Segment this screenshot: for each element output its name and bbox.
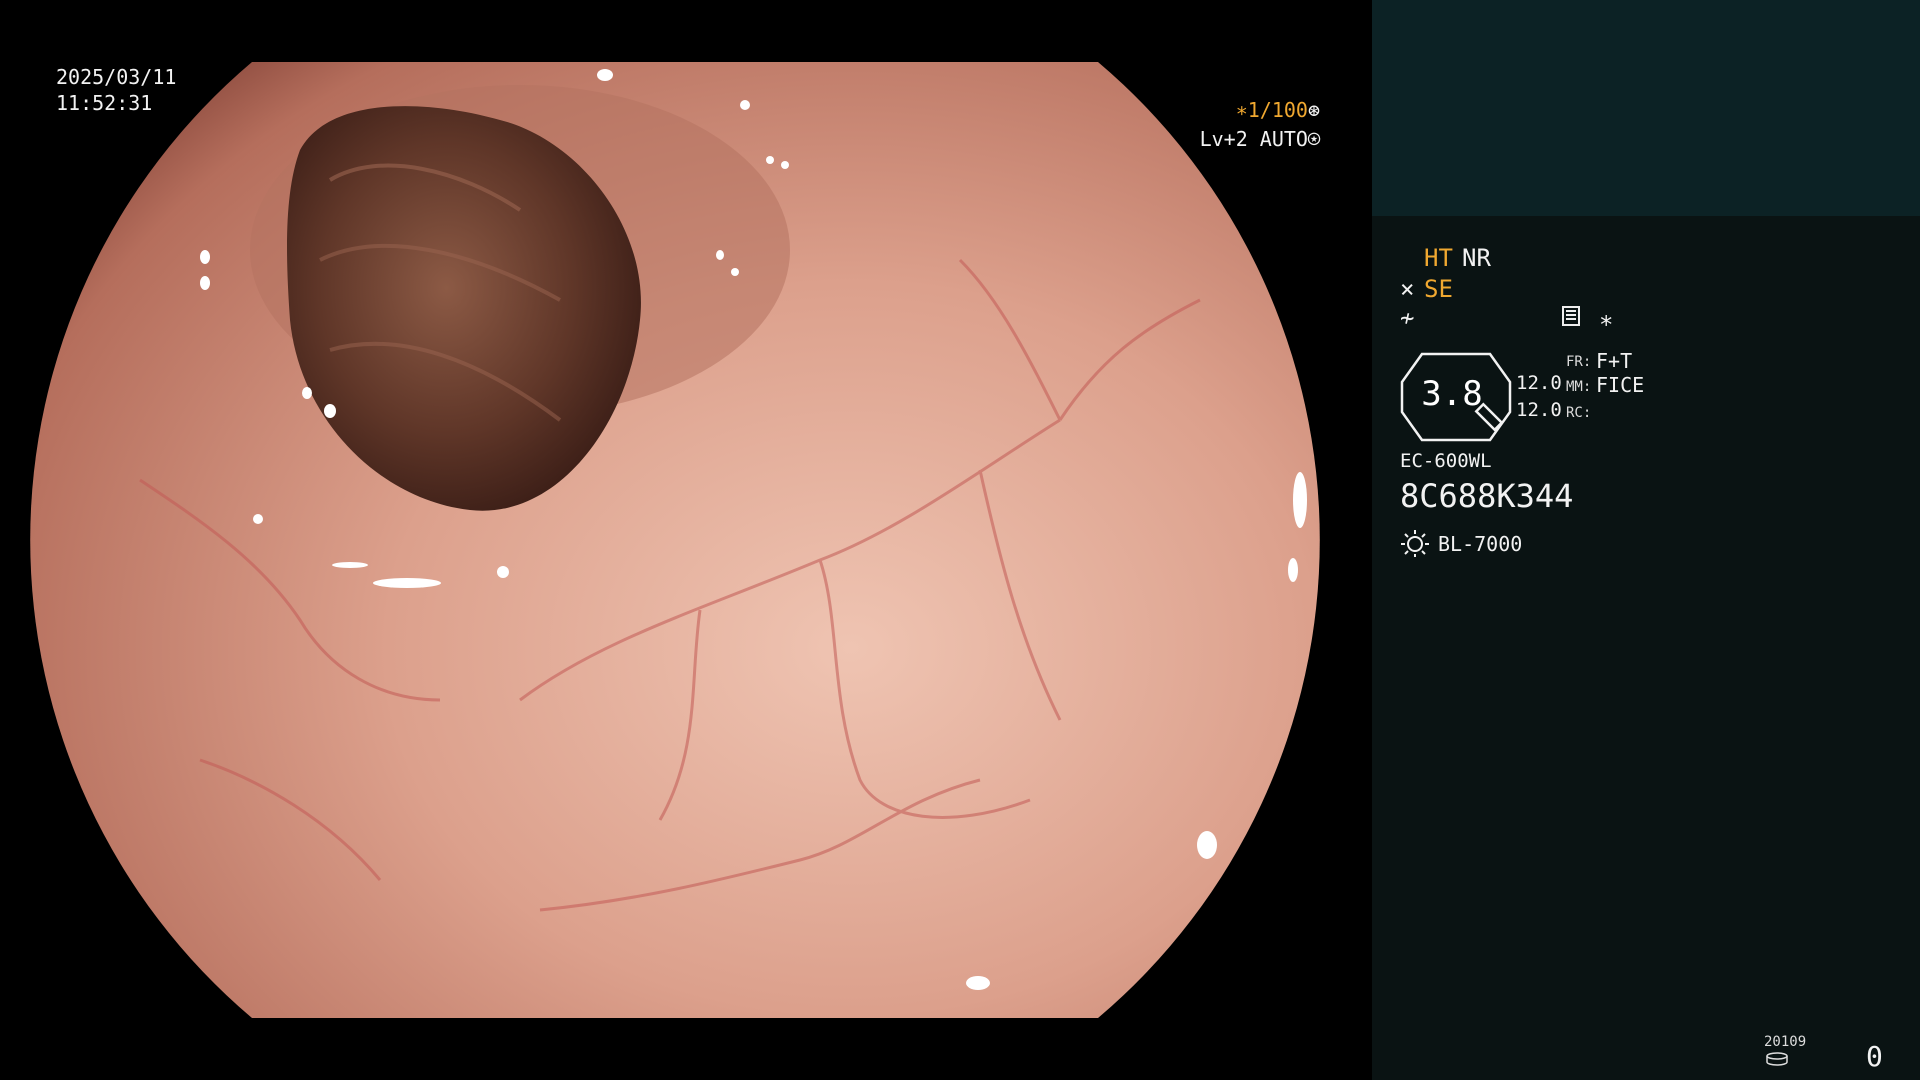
mm-label: MM: bbox=[1566, 379, 1592, 395]
structure-enhance-icon: ⨯ bbox=[1400, 275, 1415, 303]
se-indicator: SE bbox=[1424, 275, 1453, 303]
mm-value: FICE bbox=[1596, 373, 1645, 397]
scope-model: EC-600WL bbox=[1400, 450, 1492, 472]
light-source-model: BL-7000 bbox=[1438, 532, 1523, 556]
aperture-icon: ⊛ bbox=[1307, 98, 1320, 122]
serial-number: 8C688K344 bbox=[1400, 477, 1574, 515]
ht-indicator: HT bbox=[1424, 244, 1453, 272]
status-panel: HT NR ⨯ SE ≁ ∗ 3.8 12.0 12.0 FR: F+T MM:… bbox=[1372, 0, 1920, 1080]
memo-icon bbox=[1562, 306, 1580, 326]
endoscopic-image bbox=[30, 62, 1320, 1018]
rc-label: RC: bbox=[1566, 405, 1592, 421]
datetime-overlay: 2025/03/11 11:52:31 bbox=[56, 64, 176, 116]
counter-value: 0 bbox=[1866, 1040, 1883, 1073]
iris-icon: ⍟ bbox=[1307, 127, 1320, 151]
image-stabilize-icon: ≁ bbox=[1400, 304, 1415, 332]
storage-disk-icon bbox=[1766, 1052, 1788, 1066]
shutter-speed-overlay: ∗1/100⊛ bbox=[1236, 98, 1320, 122]
endoscope-video-view: 2025/03/11 11:52:31 ∗1/100⊛ Lv+2 AUTO⍟ bbox=[0, 0, 1372, 1080]
setting-value-1: 12.0 bbox=[1516, 372, 1562, 394]
date-text: 2025/03/11 bbox=[56, 65, 177, 89]
counter-label: 20109 bbox=[1764, 1034, 1807, 1050]
shutter-text: ∗1/100 bbox=[1235, 98, 1308, 122]
setting-value-2: 12.0 bbox=[1516, 399, 1562, 421]
fr-label: FR: bbox=[1566, 354, 1592, 370]
star-indicator: ∗ bbox=[1599, 306, 1614, 334]
panel-header-area bbox=[1372, 0, 1920, 216]
zoom-value: 3.8 bbox=[1421, 374, 1483, 414]
brightness-text: Lv+2 AUTO bbox=[1199, 127, 1308, 151]
time-text: 11:52:31 bbox=[56, 91, 153, 115]
nr-indicator: NR bbox=[1462, 244, 1491, 272]
fr-value: F+T bbox=[1596, 349, 1633, 373]
brightness-level-overlay: Lv+2 AUTO⍟ bbox=[1200, 127, 1320, 151]
light-source-icon bbox=[1401, 530, 1429, 557]
